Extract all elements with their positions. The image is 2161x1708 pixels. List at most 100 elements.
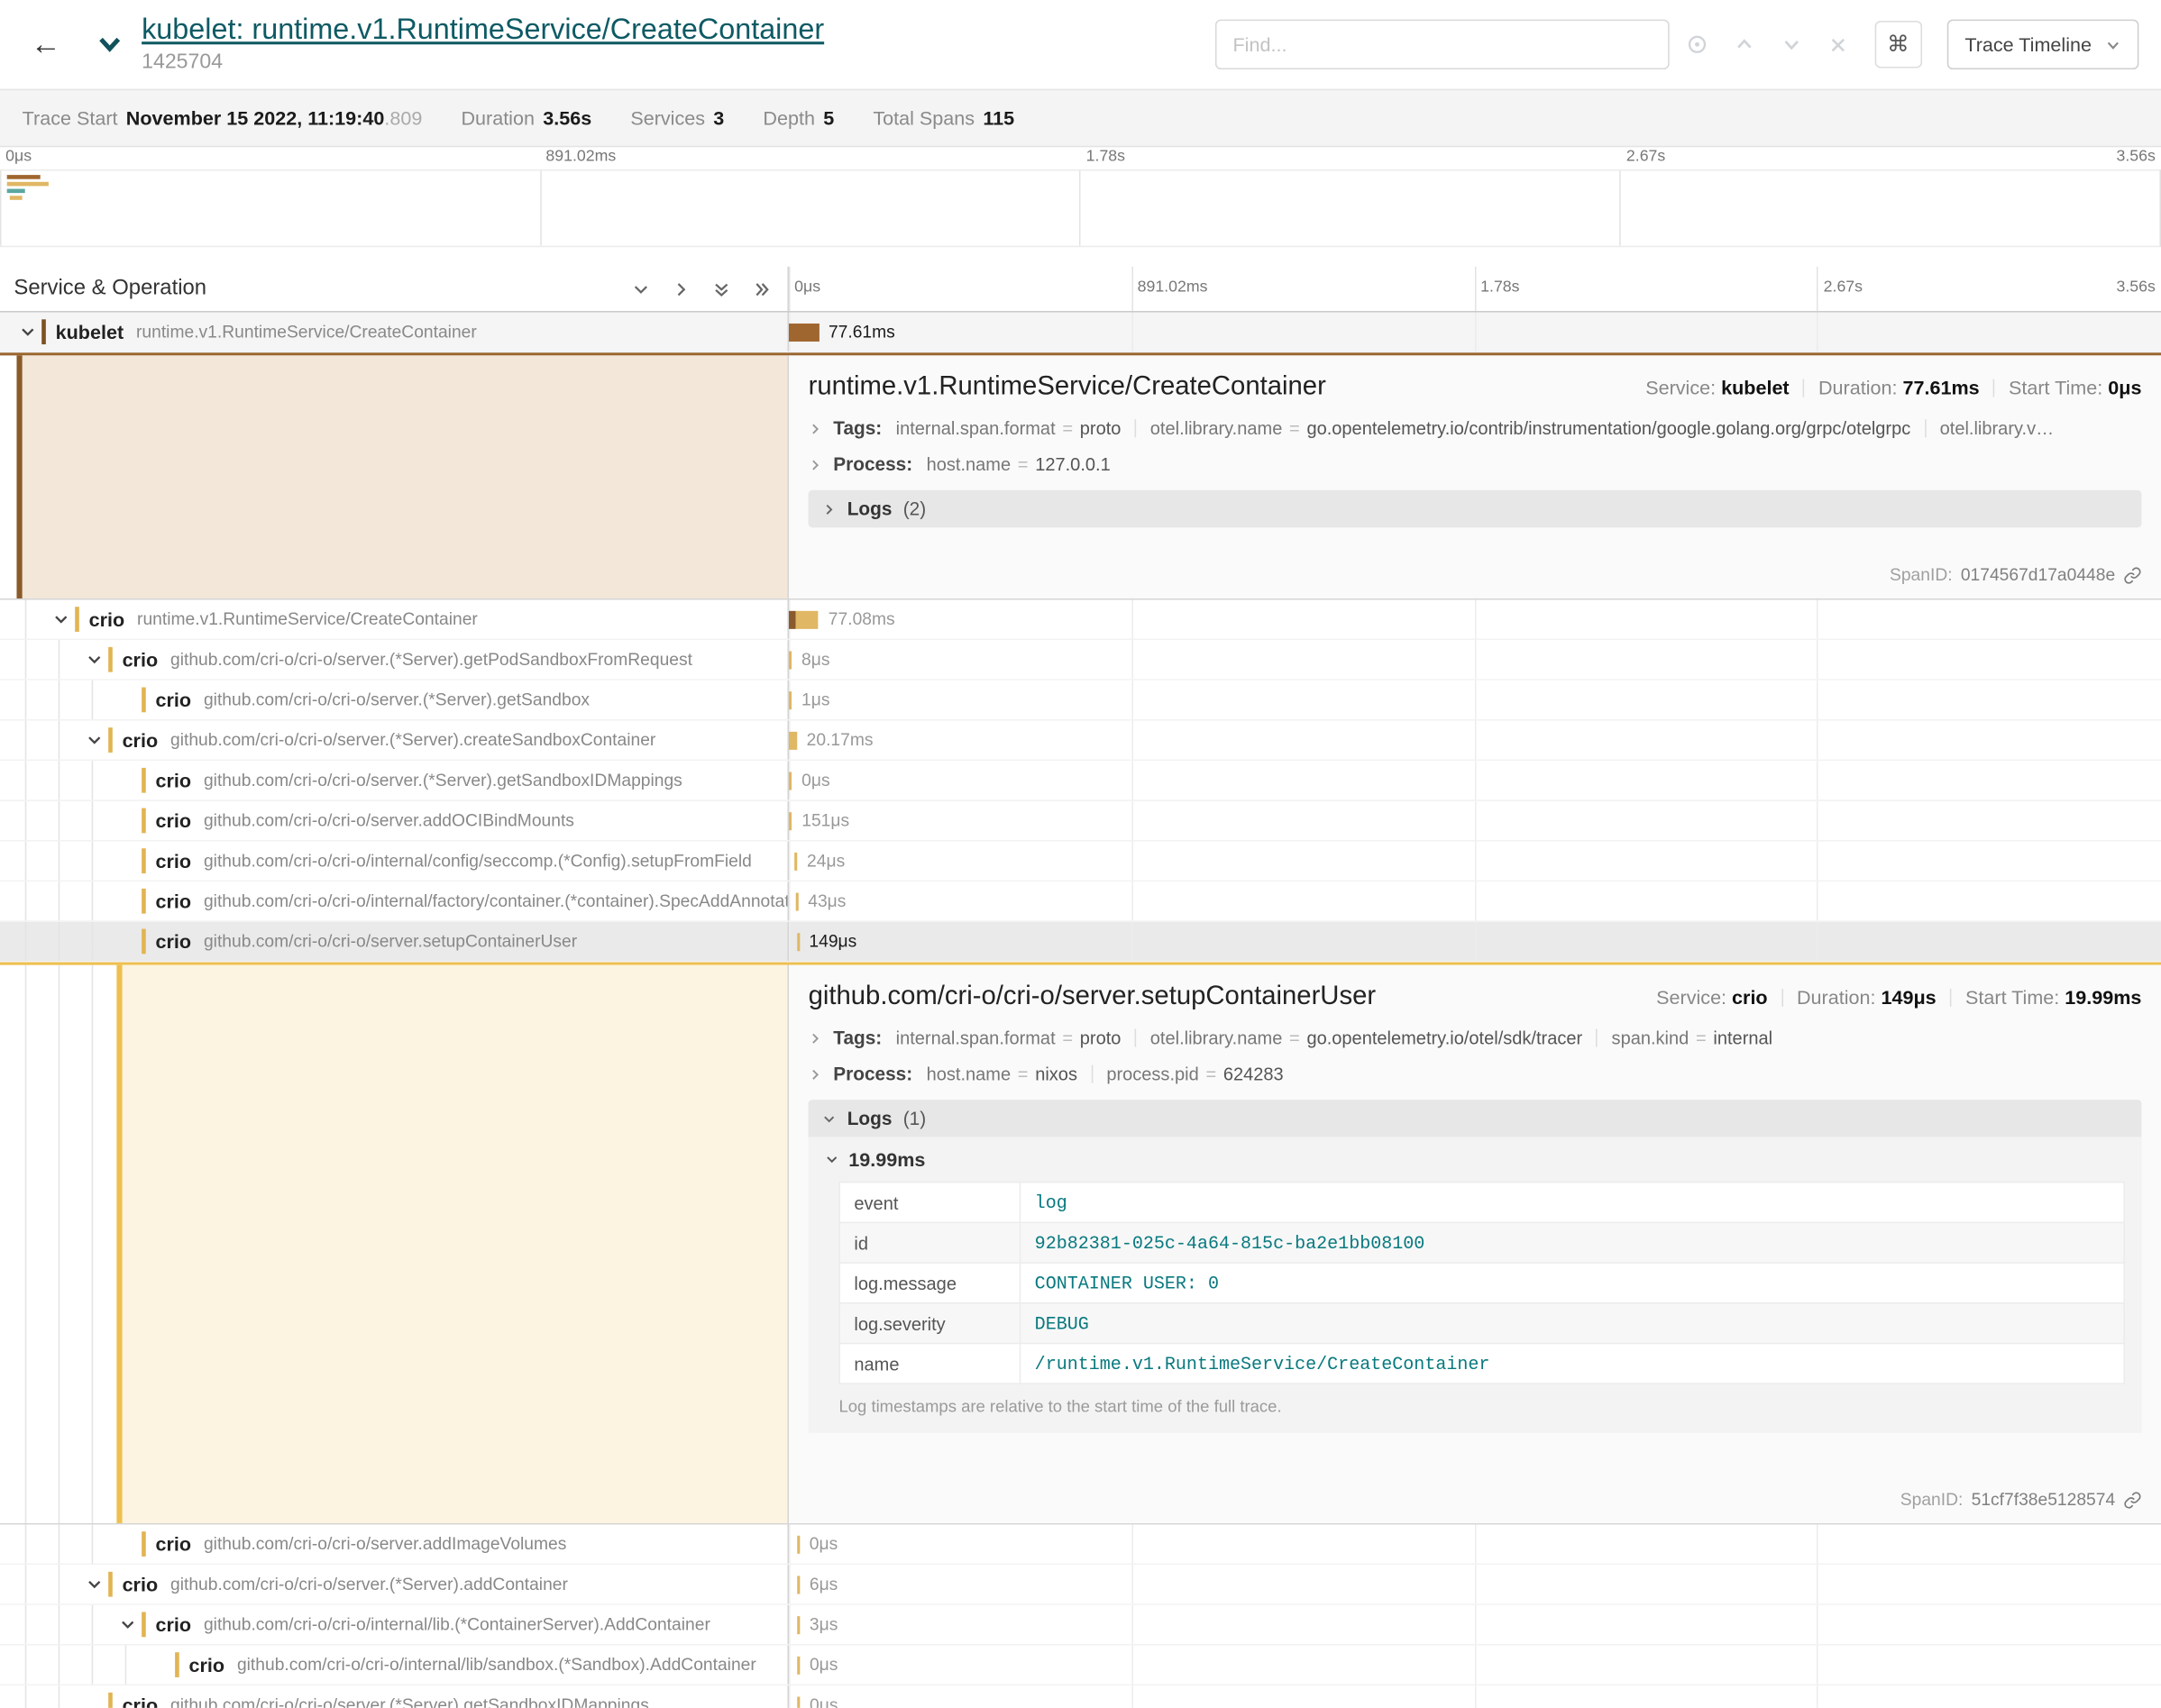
span-row[interactable]: crio runtime.v1.RuntimeService/CreateCon… — [0, 599, 2161, 640]
span-bar[interactable] — [789, 691, 792, 709]
span-timeline-cell[interactable]: 20.17ms — [789, 721, 2161, 760]
logs-toggle[interactable]: Logs(2) — [809, 490, 2142, 528]
span-name-cell[interactable]: crio runtime.v1.RuntimeService/CreateCon… — [0, 599, 789, 638]
find-input[interactable] — [1214, 20, 1669, 69]
span-timeline-cell[interactable]: 8μs — [789, 640, 2161, 679]
span-timeline-cell[interactable]: 151μs — [789, 801, 2161, 840]
span-row[interactable]: crio github.com/cri-o/cri-o/server.(*Ser… — [0, 1685, 2161, 1708]
span-name-cell[interactable]: crio github.com/cri-o/cri-o/server.(*Ser… — [0, 1565, 789, 1603]
link-icon[interactable] — [2123, 566, 2141, 584]
span-name-cell[interactable]: crio github.com/cri-o/cri-o/server.(*Ser… — [0, 761, 789, 799]
span-row[interactable]: crio github.com/cri-o/cri-o/server.addOC… — [0, 801, 2161, 842]
span-bar[interactable] — [789, 772, 792, 790]
span-row[interactable]: crio github.com/cri-o/cri-o/server.(*Ser… — [0, 721, 2161, 762]
span-timeline-cell[interactable]: 0μs — [789, 1524, 2161, 1563]
span-row[interactable]: crio github.com/cri-o/cri-o/server.(*Ser… — [0, 640, 2161, 680]
span-timeline-cell[interactable]: 1μs — [789, 680, 2161, 719]
chevron-down-icon[interactable] — [50, 608, 72, 631]
span-name-cell[interactable]: crio github.com/cri-o/cri-o/server.(*Ser… — [0, 680, 789, 719]
chevron-down-icon[interactable] — [83, 729, 105, 752]
span-bar[interactable] — [797, 933, 800, 951]
span-name-cell[interactable]: crio github.com/cri-o/cri-o/server.setup… — [0, 922, 789, 961]
process-row[interactable]: Process: host.name=127.0.0.1 — [809, 454, 2142, 475]
process-row[interactable]: Process: host.name=nixos process.pid=624… — [809, 1064, 2142, 1084]
collapse-one-icon[interactable] — [673, 279, 691, 297]
chevron-down-icon[interactable] — [83, 1573, 105, 1595]
span-row-kubelet-createcontainer[interactable]: kubelet runtime.v1.RuntimeService/Create… — [0, 313, 2161, 353]
span-name-cell[interactable]: crio github.com/cri-o/cri-o/internal/lib… — [0, 1605, 789, 1644]
span-bar[interactable] — [797, 1536, 800, 1554]
span-bar[interactable] — [789, 812, 792, 830]
span-row[interactable]: crio github.com/cri-o/cri-o/server.(*Ser… — [0, 1565, 2161, 1605]
span-timeline-cell[interactable]: 0μs — [789, 761, 2161, 799]
chevron-down-icon[interactable] — [1780, 33, 1802, 56]
span-timeline-cell[interactable]: 24μs — [789, 842, 2161, 881]
span-row[interactable]: crio github.com/cri-o/cri-o/internal/lib… — [0, 1645, 2161, 1685]
span-timeline-cell[interactable]: 3μs — [789, 1605, 2161, 1644]
span-bar[interactable] — [789, 651, 792, 669]
logs-toggle[interactable]: Logs(1) — [809, 1100, 2142, 1137]
span-timeline-cell[interactable]: 149μs — [789, 922, 2161, 961]
span-row[interactable]: crio github.com/cri-o/cri-o/server.addIm… — [0, 1524, 2161, 1565]
span-bar[interactable] — [789, 611, 819, 629]
span-operation: github.com/cri-o/cri-o/server.setupConta… — [204, 932, 577, 952]
span-timeline-cell[interactable]: 77.61ms — [789, 313, 2161, 352]
expand-one-icon[interactable] — [632, 279, 650, 297]
span-bar[interactable] — [797, 1696, 800, 1707]
span-name-cell[interactable]: crio github.com/cri-o/cri-o/server.(*Ser… — [0, 640, 789, 679]
log-entry-toggle[interactable]: 19.99ms — [825, 1148, 2125, 1171]
trace-total-spans: Total Spans115 — [873, 107, 1014, 130]
expand-all-icon[interactable] — [712, 279, 730, 297]
span-bar[interactable] — [795, 893, 798, 911]
service-color-stripe — [142, 808, 146, 834]
tags-row[interactable]: Tags: internal.span.format=proto otel.li… — [809, 1028, 2142, 1048]
back-button[interactable]: ← — [23, 21, 69, 68]
trace-title-link[interactable]: kubelet: runtime.v1.RuntimeService/Creat… — [142, 14, 824, 46]
span-duration: 0μs — [810, 1655, 838, 1675]
span-row[interactable]: crio github.com/cri-o/cri-o/internal/lib… — [0, 1605, 2161, 1646]
close-icon[interactable] — [1827, 33, 1850, 56]
chevron-spacer — [116, 769, 139, 791]
span-bar[interactable] — [794, 853, 797, 871]
span-row[interactable]: crio github.com/cri-o/cri-o/server.(*Ser… — [0, 761, 2161, 801]
span-timeline-cell[interactable]: 0μs — [789, 1685, 2161, 1708]
chevron-spacer — [116, 1533, 139, 1556]
span-name-cell[interactable]: crio github.com/cri-o/cri-o/server.(*Ser… — [0, 1685, 789, 1708]
span-name-cell[interactable]: kubelet runtime.v1.RuntimeService/Create… — [0, 313, 789, 352]
minimap-canvas[interactable] — [0, 169, 2161, 247]
span-timeline-cell[interactable]: 77.08ms — [789, 599, 2161, 638]
span-name-cell[interactable]: crio github.com/cri-o/cri-o/internal/lib… — [0, 1645, 789, 1684]
keyboard-shortcuts-button[interactable]: ⌘ — [1874, 21, 1921, 68]
span-row[interactable]: crio github.com/cri-o/cri-o/internal/con… — [0, 842, 2161, 882]
span-bar[interactable] — [797, 1576, 800, 1594]
span-timeline-cell[interactable]: 43μs — [789, 881, 2161, 920]
span-bar[interactable] — [797, 1657, 800, 1675]
trace-view-selector[interactable]: Trace Timeline — [1946, 20, 2138, 69]
span-detail-panel-setupcontaineruser: github.com/cri-o/cri-o/server.setupConta… — [0, 963, 2161, 1525]
span-operation: github.com/cri-o/cri-o/server.(*Server).… — [170, 1695, 649, 1708]
span-name-cell[interactable]: crio github.com/cri-o/cri-o/internal/fac… — [0, 881, 789, 920]
span-timeline-cell[interactable]: 0μs — [789, 1645, 2161, 1684]
span-name-cell[interactable]: crio github.com/cri-o/cri-o/server.addOC… — [0, 801, 789, 840]
tags-row[interactable]: Tags: internal.span.format=proto otel.li… — [809, 418, 2142, 439]
span-bar[interactable] — [797, 1616, 800, 1634]
span-row-setupcontaineruser[interactable]: crio github.com/cri-o/cri-o/server.setup… — [0, 922, 2161, 963]
chevron-down-icon[interactable] — [116, 1613, 139, 1636]
span-name-cell[interactable]: crio github.com/cri-o/cri-o/internal/con… — [0, 842, 789, 881]
locate-icon[interactable] — [1686, 33, 1708, 56]
link-icon[interactable] — [2123, 1491, 2141, 1509]
span-service: crio — [156, 850, 192, 872]
span-name-cell[interactable]: crio github.com/cri-o/cri-o/server.(*Ser… — [0, 721, 789, 760]
span-service: crio — [189, 1654, 225, 1676]
span-bar[interactable] — [789, 732, 797, 750]
trace-header-collapse-toggle[interactable] — [89, 23, 131, 65]
chevron-down-icon[interactable] — [83, 648, 105, 671]
span-bar[interactable] — [789, 324, 819, 342]
chevron-up-icon[interactable] — [1733, 33, 1755, 56]
span-row[interactable]: crio github.com/cri-o/cri-o/internal/fac… — [0, 881, 2161, 922]
span-name-cell[interactable]: crio github.com/cri-o/cri-o/server.addIm… — [0, 1524, 789, 1563]
chevron-down-icon[interactable] — [16, 321, 39, 343]
span-row[interactable]: crio github.com/cri-o/cri-o/server.(*Ser… — [0, 680, 2161, 721]
span-timeline-cell[interactable]: 6μs — [789, 1565, 2161, 1603]
collapse-all-icon[interactable] — [753, 279, 771, 297]
